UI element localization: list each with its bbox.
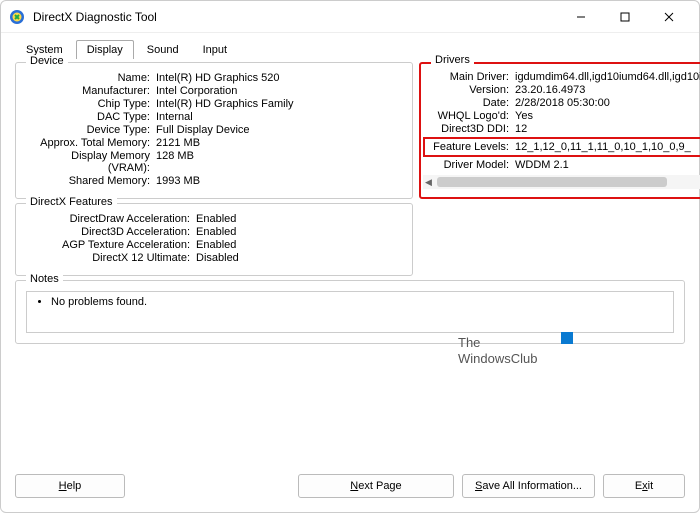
label: DirectX 12 Ultimate:: [26, 252, 196, 264]
label: Shared Memory:: [26, 175, 156, 187]
scroll-left-icon[interactable]: ◀: [425, 177, 432, 188]
label: Chip Type:: [26, 98, 156, 110]
notes-group: Notes No problems found.: [15, 280, 685, 344]
feature-levels-row: Feature Levels:12_1,12_0,11_1,11_0,10_1,…: [423, 137, 700, 157]
value: Intel(R) HD Graphics 520: [156, 72, 402, 84]
window-title: DirectX Diagnostic Tool: [33, 10, 559, 24]
minimize-button[interactable]: [559, 2, 603, 32]
maximize-button[interactable]: [603, 2, 647, 32]
label: Version:: [427, 84, 515, 96]
notes-legend: Notes: [26, 273, 63, 285]
label: DirectDraw Acceleration:: [26, 213, 196, 225]
close-button[interactable]: [647, 2, 691, 32]
value: igdumdim64.dll,igd10iumd64.dll,igd10iu: [515, 71, 700, 83]
save-all-button[interactable]: Save All Information...: [462, 474, 595, 498]
drivers-group: Drivers Main Driver:igdumdim64.dll,igd10…: [419, 62, 700, 199]
titlebar: DirectX Diagnostic Tool: [1, 1, 699, 33]
tab-sound[interactable]: Sound: [136, 40, 190, 59]
value: 12: [515, 123, 700, 135]
scrollbar-thumb[interactable]: [437, 177, 667, 187]
window-controls: [559, 2, 691, 32]
tab-content: Device Name:Intel(R) HD Graphics 520 Man…: [1, 58, 699, 466]
value: 2121 MB: [156, 137, 402, 149]
label: Direct3D DDI:: [427, 123, 515, 135]
label: Manufacturer:: [26, 85, 156, 97]
notes-textbox[interactable]: No problems found.: [26, 291, 674, 333]
value: Intel(R) HD Graphics Family: [156, 98, 402, 110]
tab-display[interactable]: Display: [76, 40, 134, 59]
label: Approx. Total Memory:: [26, 137, 156, 149]
drivers-legend: Drivers: [431, 54, 474, 66]
notes-message: No problems found.: [51, 296, 665, 308]
label: Name:: [26, 72, 156, 84]
value: 12_1,12_0,11_1,11_0,10_1,10_0,9_: [515, 141, 700, 153]
value: WDDM 2.1: [515, 159, 700, 171]
tab-input[interactable]: Input: [192, 40, 238, 59]
value: 1993 MB: [156, 175, 402, 187]
value: Yes: [515, 110, 700, 122]
value: Internal: [156, 111, 402, 123]
drivers-hscrollbar[interactable]: ◀ ▶: [423, 175, 700, 189]
value: 2/28/2018 05:30:00: [515, 97, 700, 109]
label: WHQL Logo'd:: [427, 110, 515, 122]
value: Enabled: [196, 239, 402, 251]
label: Feature Levels:: [427, 141, 515, 153]
value: Enabled: [196, 226, 402, 238]
label: AGP Texture Acceleration:: [26, 239, 196, 251]
directx-features-group: DirectX Features DirectDraw Acceleration…: [15, 203, 413, 276]
exit-button[interactable]: Exit: [603, 474, 685, 498]
value: Enabled: [196, 213, 402, 225]
value: 128 MB: [156, 150, 402, 174]
button-row: Help Next Page Save All Information... E…: [1, 466, 699, 512]
next-page-button[interactable]: Next Page: [298, 474, 454, 498]
dxdiag-window: DirectX Diagnostic Tool System Display S…: [0, 0, 700, 513]
label: Direct3D Acceleration:: [26, 226, 196, 238]
label: Display Memory (VRAM):: [26, 150, 156, 174]
value: Intel Corporation: [156, 85, 402, 97]
label: Main Driver:: [427, 71, 515, 83]
app-icon: [9, 9, 25, 25]
device-legend: Device: [26, 55, 68, 67]
label: Device Type:: [26, 124, 156, 136]
tab-strip: System Display Sound Input: [1, 33, 699, 58]
label: Driver Model:: [427, 159, 515, 171]
label: Date:: [427, 97, 515, 109]
device-group: Device Name:Intel(R) HD Graphics 520 Man…: [15, 62, 413, 199]
features-legend: DirectX Features: [26, 196, 117, 208]
help-button[interactable]: Help: [15, 474, 125, 498]
label: DAC Type:: [26, 111, 156, 123]
value: 23.20.16.4973: [515, 84, 700, 96]
value: Disabled: [196, 252, 402, 264]
value: Full Display Device: [156, 124, 402, 136]
